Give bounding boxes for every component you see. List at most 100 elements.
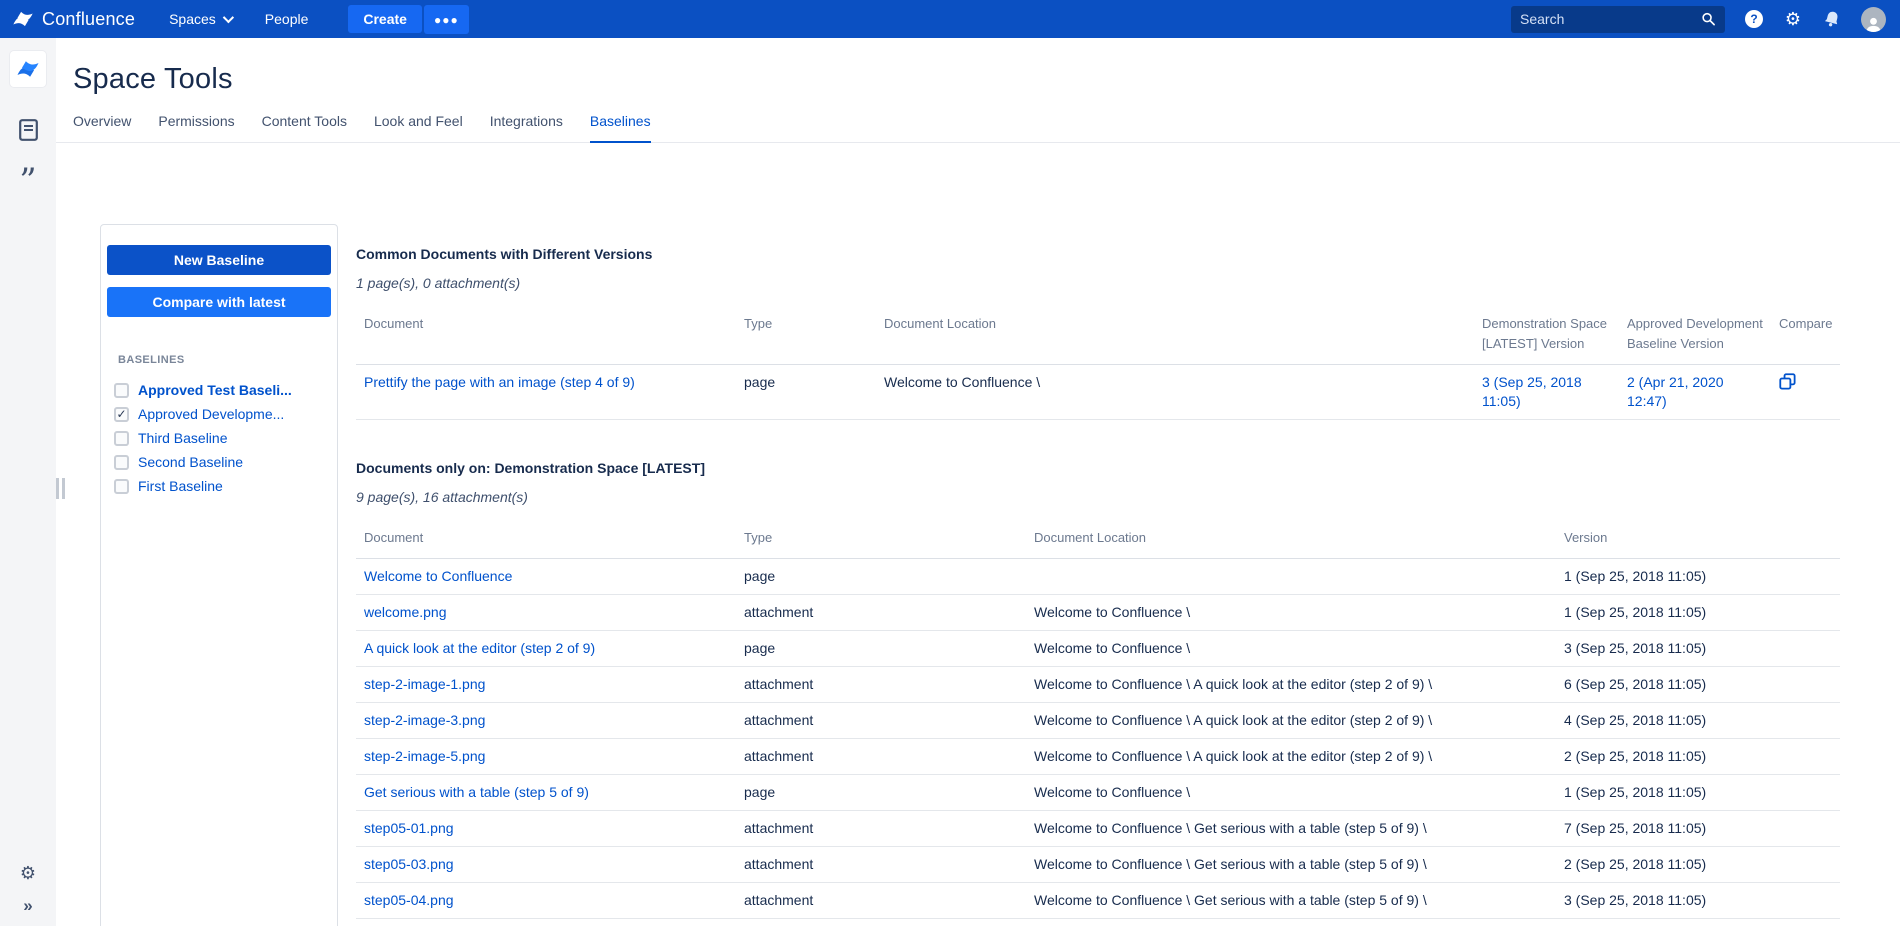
location-cell: Welcome to Confluence \ Get serious with… (1026, 810, 1556, 847)
document-link[interactable]: step05-04.png (364, 892, 454, 908)
document-link[interactable]: A quick look at the editor (step 2 of 9) (364, 640, 595, 656)
baseline-label[interactable]: Approved Developme... (138, 406, 284, 422)
table-row: step-2-image-1.png attachment Welcome to… (356, 666, 1840, 703)
table-header-row: Document Type Document Location Version (356, 522, 1840, 559)
location-cell (1026, 558, 1556, 595)
tab[interactable]: Look and Feel (374, 113, 463, 143)
nav-item-people[interactable]: People (265, 11, 309, 27)
document-link[interactable]: step-2-image-5.png (364, 748, 485, 764)
baseline-item[interactable]: First Baseline (114, 474, 331, 498)
baselines-list: Approved Test Baseli... Approved Develop… (114, 378, 331, 498)
new-baseline-button[interactable]: New Baseline (107, 245, 331, 275)
confluence-logo-icon (13, 11, 33, 27)
baselines-main: Common Documents with Different Versions… (356, 143, 1900, 919)
common-documents-table: Document Type Document Location Demonstr… (356, 308, 1840, 420)
search-icon[interactable] (1701, 11, 1716, 27)
table-row: step-2-image-3.png attachment Welcome to… (356, 702, 1840, 739)
baseline-item[interactable]: Third Baseline (114, 426, 331, 450)
sidebar-resize-grip[interactable] (56, 478, 65, 499)
help-icon[interactable]: ? (1744, 9, 1764, 29)
nav-item-spaces[interactable]: Spaces (169, 11, 234, 27)
settings-icon[interactable]: ⚙ (1783, 9, 1803, 29)
expand-sidebar-icon[interactable]: » (23, 896, 32, 916)
version-cell: 2 (Sep 25, 2018 11:05) (1556, 846, 1840, 883)
baseline-checkbox[interactable] (114, 406, 129, 422)
baseline-item[interactable]: Approved Developme... (114, 402, 331, 426)
search-box[interactable] (1511, 5, 1725, 33)
column-header-location: Document Location (876, 308, 1474, 365)
version-cell: 4 (Sep 25, 2018 11:05) (1556, 702, 1840, 739)
location-cell: Welcome to Confluence \ Get serious with… (1026, 882, 1556, 919)
notifications-bell-icon[interactable] (1822, 9, 1842, 29)
person-icon (1866, 17, 1881, 32)
nav-right-cluster: ? ⚙ (1511, 5, 1886, 33)
baseline-label[interactable]: First Baseline (138, 478, 223, 494)
pages-icon[interactable] (18, 119, 38, 146)
document-link[interactable]: Prettify the page with an image (step 4 … (364, 374, 635, 390)
baseline-item[interactable]: Second Baseline (114, 450, 331, 474)
column-header-type: Type (736, 522, 1026, 559)
version-cell: 7 (Sep 25, 2018 11:05) (1556, 810, 1840, 847)
document-link[interactable]: Welcome to Confluence (364, 568, 512, 584)
baseline-label[interactable]: Second Baseline (138, 454, 243, 470)
baseline-label[interactable]: Approved Test Baseli... (138, 382, 292, 398)
document-link[interactable]: welcome.png (364, 604, 447, 620)
baseline-checkbox[interactable] (114, 430, 129, 446)
baseline-checkbox[interactable] (114, 478, 129, 494)
ellipsis-icon: ●●● (433, 12, 459, 27)
document-link[interactable]: Get serious with a table (step 5 of 9) (364, 784, 589, 800)
type-cell: attachment (736, 846, 1026, 883)
column-header-document: Document (356, 308, 736, 365)
space-logo-tile[interactable] (10, 51, 46, 87)
space-settings-icon[interactable]: ⚙ (20, 863, 36, 884)
tab[interactable]: Content Tools (262, 113, 347, 143)
user-avatar[interactable] (1861, 6, 1886, 32)
version-cell: 1 (Sep 25, 2018 11:05) (1556, 558, 1840, 595)
space-tools-tabs: Overview Permissions Content Tools Look … (56, 96, 1900, 143)
baseline-version-link[interactable]: 2 (Apr 21, 2020 12:47) (1627, 374, 1724, 409)
baselines-heading: BASELINES (118, 354, 185, 366)
column-header-latest-version: Demonstration Space [LATEST] Version (1474, 308, 1619, 365)
table-row: step05-03.png attachment Welcome to Conf… (356, 846, 1840, 883)
section-summary: 9 page(s), 16 attachment(s) (356, 489, 528, 505)
type-cell: page (736, 558, 1026, 595)
more-button[interactable]: ●●● (423, 4, 469, 34)
create-button[interactable]: Create (348, 5, 422, 33)
table-row: step-2-image-5.png attachment Welcome to… (356, 738, 1840, 775)
quotes-icon[interactable]: ” (19, 164, 36, 198)
baseline-item[interactable]: Approved Test Baseli... (114, 378, 331, 402)
baseline-checkbox[interactable] (114, 382, 129, 398)
latest-version-link[interactable]: 3 (Sep 25, 2018 11:05) (1482, 374, 1582, 409)
baseline-label[interactable]: Third Baseline (138, 430, 228, 446)
type-cell: attachment (736, 594, 1026, 631)
table-row: A quick look at the editor (step 2 of 9)… (356, 630, 1840, 667)
compare-with-latest-button[interactable]: Compare with latest (107, 287, 331, 317)
tab[interactable]: Permissions (158, 113, 234, 143)
location-cell: Welcome to Confluence \ (876, 364, 1474, 420)
confluence-home-link[interactable]: Confluence (12, 8, 135, 30)
documents-only-table: Document Type Document Location Version … (356, 522, 1840, 919)
compare-copy-icon[interactable] (1779, 373, 1796, 395)
brand-wordmark: Confluence (42, 8, 136, 29)
spaces-label: Spaces (169, 11, 216, 27)
tab[interactable]: Overview (73, 113, 131, 143)
app-sidebar-rail: ” ⚙ » (0, 38, 56, 926)
column-header-location: Document Location (1026, 522, 1556, 559)
chevron-down-icon (222, 11, 234, 24)
document-link[interactable]: step05-01.png (364, 820, 454, 836)
search-input[interactable] (1520, 11, 1701, 27)
tab[interactable]: Baselines (589, 113, 651, 143)
page-title: Space Tools (73, 63, 233, 95)
people-label: People (264, 11, 309, 27)
document-link[interactable]: step-2-image-3.png (364, 712, 485, 728)
baseline-checkbox[interactable] (114, 454, 129, 470)
document-link[interactable]: step05-03.png (364, 856, 454, 872)
tab[interactable]: Integrations (490, 113, 563, 143)
common-documents-section: Common Documents with Different Versions… (356, 246, 1900, 420)
document-link[interactable]: step-2-image-1.png (364, 676, 485, 692)
content-area: Space Tools Overview Permissions Content… (56, 38, 1900, 926)
column-header-baseline-version: Approved Development Baseline Version (1619, 308, 1771, 365)
version-cell: 3 (Sep 25, 2018 11:05) (1556, 630, 1840, 667)
type-cell: attachment (736, 810, 1026, 847)
table-row: step05-01.png attachment Welcome to Conf… (356, 810, 1840, 847)
